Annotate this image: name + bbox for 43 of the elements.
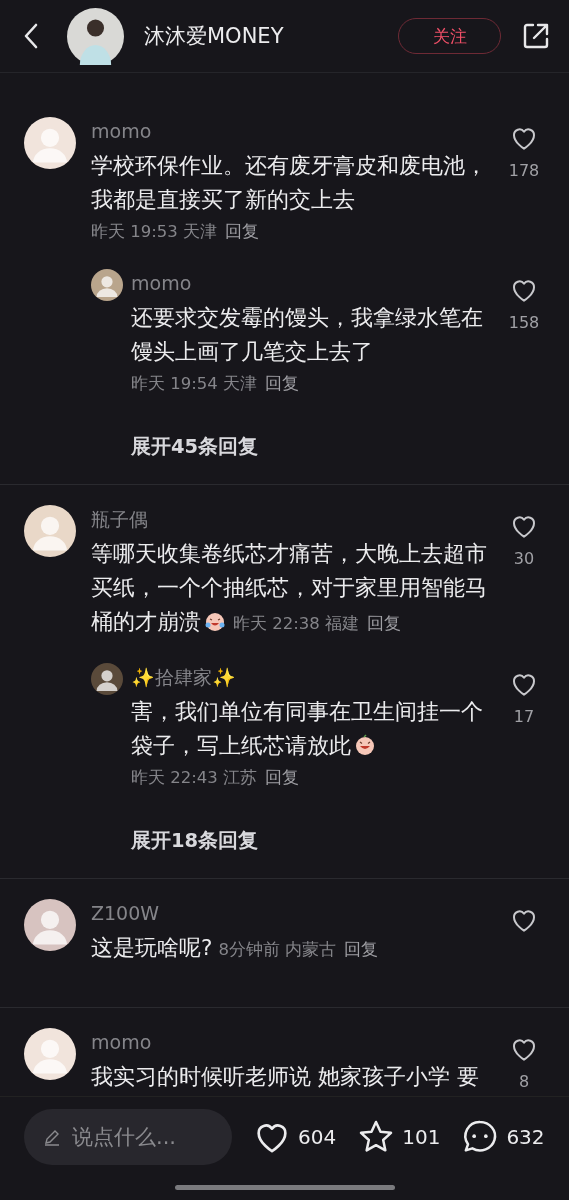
- reply-link[interactable]: 回复: [265, 374, 300, 393]
- expand-replies-link[interactable]: 展开18条回复: [131, 827, 259, 854]
- like-count: 17: [513, 707, 535, 726]
- avatar[interactable]: [91, 269, 123, 301]
- username[interactable]: Z100W: [91, 897, 160, 929]
- comment-text: 学校环保作业。还有废牙膏皮和废电池，我都是直接买了新的交上去: [91, 152, 487, 214]
- timestamp-location: 8分钟前 内蒙古: [218, 940, 337, 959]
- timestamp-location: 昨天 22:38 福建: [233, 614, 360, 633]
- avatar[interactable]: [91, 663, 123, 695]
- favorite-count: 101: [402, 1125, 441, 1149]
- comment-count: 632: [506, 1125, 545, 1149]
- comment-text: 害，我们单位有同事在卫生间挂一个袋子，写上纸芯请放此: [131, 698, 484, 760]
- comment-text: 这是玩啥呢? 8分钟前 内蒙古 回复: [91, 934, 380, 962]
- avatar[interactable]: [67, 7, 124, 65]
- like-count: 178: [508, 161, 540, 180]
- like-count: 604: [298, 1125, 337, 1149]
- avatar[interactable]: [24, 505, 76, 557]
- grinning-face-icon: [353, 733, 377, 757]
- username[interactable]: ✨拾肆家✨: [131, 661, 236, 693]
- avatar[interactable]: [24, 117, 76, 169]
- reply-link[interactable]: 回复: [265, 768, 300, 787]
- comment-text: 我实习的时候听老师说 她家孩子小学 要: [91, 1063, 480, 1091]
- like-count: 158: [508, 313, 540, 332]
- timestamp-location: 昨天 22:43 江苏: [131, 768, 258, 787]
- share-icon[interactable]: [521, 21, 551, 51]
- comment-text: 还要求交发霉的馒头，我拿绿水笔在馒头上画了几笔交上去了: [131, 304, 484, 366]
- username[interactable]: momo: [131, 267, 192, 299]
- reply-link[interactable]: 回复: [344, 940, 379, 959]
- username[interactable]: momo: [91, 1026, 152, 1058]
- account-name: 沐沐爱MONEY: [144, 23, 285, 50]
- like-count: 8: [518, 1072, 530, 1091]
- avatar[interactable]: [24, 1028, 76, 1080]
- expand-replies-link[interactable]: 展开45条回复: [131, 433, 259, 460]
- comment-input[interactable]: 说点什么...: [24, 1109, 232, 1165]
- comment-text: 等哪天收集卷纸芯才痛苦，大晚上去超市买纸，一个个抽纸芯，对于家里用智能马桶的才崩溃 昨天 22:38 福建 回复: [91, 540, 487, 636]
- like-count: 30: [513, 549, 535, 568]
- username[interactable]: 瓶子偶: [91, 503, 148, 535]
- timestamp-location: 昨天 19:53 天津: [91, 222, 218, 241]
- timestamp-location: 昨天 19:54 天津: [131, 374, 258, 393]
- username[interactable]: momo: [91, 115, 152, 147]
- reply-link[interactable]: 回复: [367, 614, 402, 633]
- reply-link[interactable]: 回复: [225, 222, 260, 241]
- avatar[interactable]: [24, 899, 76, 951]
